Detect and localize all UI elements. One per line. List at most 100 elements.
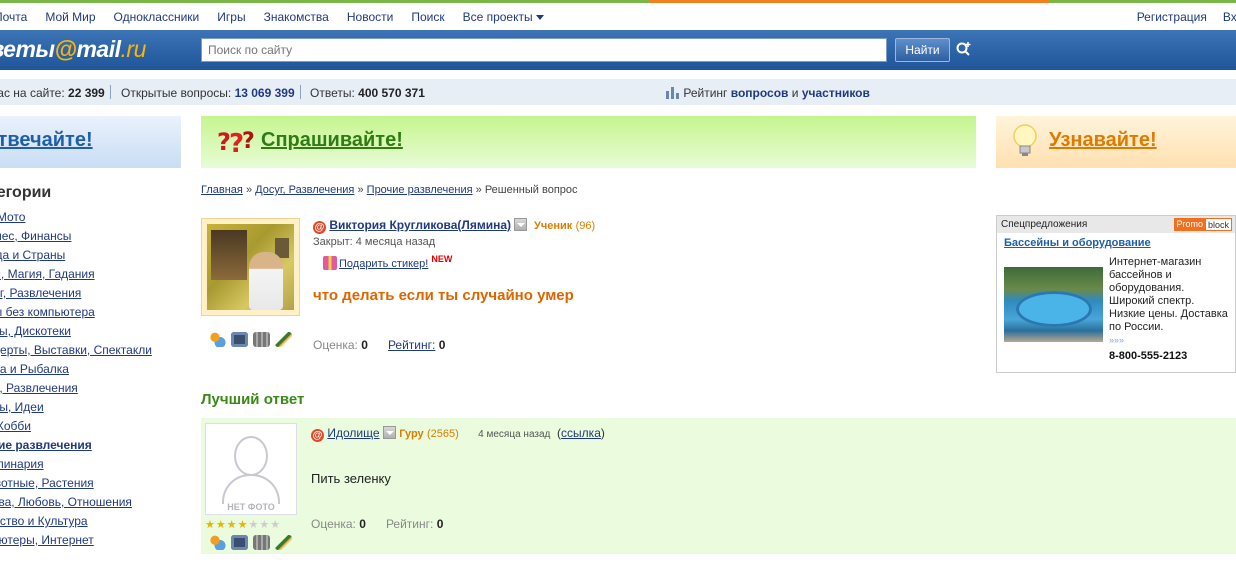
rating-questions-link[interactable]: вопросов	[731, 86, 789, 100]
promo-block: Спецпредложения Promo block Бассейны и об…	[996, 215, 1236, 373]
star-icon: ★	[215, 519, 226, 531]
sidebar-category-item[interactable]: Игры без компьютера	[0, 305, 186, 324]
sidebar-category-item[interactable]: Искусство и Культура	[0, 514, 186, 533]
user-menu-dropdown-icon[interactable]	[382, 426, 396, 439]
photo-icon[interactable]	[231, 535, 248, 550]
nav-news-link[interactable]: Новости	[347, 10, 393, 24]
nav-my-world-link[interactable]: Мой Мир	[45, 10, 95, 24]
sidebar-category-item[interactable]: Клубы, Дискотеки	[0, 324, 186, 343]
sidebar-category-item[interactable]: Охота и Рыбалка	[0, 362, 186, 381]
sidebar-category-item[interactable]: Знакомства, Любовь, Отношения	[0, 495, 186, 514]
nav-mail-link[interactable]: Почта	[0, 10, 27, 24]
ask-banner-label: Спрашивайте!	[261, 129, 403, 151]
portal-nav: Почта Мой Мир Одноклассники Игры Знакомс…	[0, 10, 562, 24]
new-badge: NEW	[431, 254, 453, 264]
answer-author-line: @ Идолище Гуру (2565) 4 месяца назад (сс…	[311, 426, 605, 442]
register-link[interactable]: Регистрация	[1137, 10, 1207, 24]
sidebar-category-item[interactable]: Хобби	[0, 419, 186, 438]
sidebar-category-label: Кулинария	[0, 457, 44, 471]
sidebar-category-item[interactable]: Компьютеры, Интернет	[0, 533, 186, 552]
star-icon: ★	[226, 519, 237, 531]
star-icon: ★	[237, 519, 248, 531]
breadcrumb-sep: »	[245, 184, 253, 196]
answer-score-value: 0	[359, 517, 366, 531]
sidebar-category-item[interactable]: Советы, Идеи	[0, 400, 186, 419]
open-questions-link[interactable]: 13 069 399	[235, 86, 295, 100]
learn-banner[interactable]: Узнавайте!	[996, 116, 1236, 168]
promo-header: Спецпредложения Promo block	[997, 216, 1235, 233]
nav-all-projects-menu[interactable]: Все проекты	[463, 10, 544, 24]
question-rating-value: 0	[438, 338, 446, 352]
breadcrumb-category[interactable]: Досуг, Развлечения	[255, 184, 354, 196]
search-input[interactable]	[201, 38, 887, 62]
login-link[interactable]: Вход	[1223, 10, 1236, 24]
ask-banner[interactable]: ? ? ? Спрашивайте!	[201, 116, 976, 168]
sidebar-category-label: Животные, Растения	[0, 476, 94, 490]
sidebar-category-item[interactable]: Прочие развлечения	[0, 438, 186, 457]
logo-prefix: Ответы	[0, 36, 55, 62]
portal-top-bar: Почта Мой Мир Одноклассники Игры Знакомс…	[0, 0, 1236, 30]
sidebar-category-item[interactable]: Авто, Мото	[0, 210, 186, 229]
all-projects-label: Все проекты	[462, 10, 533, 24]
avatar-placeholder-body	[222, 474, 280, 504]
answer-author-link[interactable]: Идолище	[327, 426, 379, 440]
sidebar-category-label: Искусство и Культура	[0, 514, 88, 528]
nav-search-link[interactable]: Поиск	[411, 10, 444, 24]
answer-banner[interactable]: Отвечайте!	[0, 116, 181, 168]
site-logo[interactable]: Ответы@mail.ru	[0, 36, 146, 63]
sidebar-category-label: Компьютеры, Интернет	[0, 533, 94, 547]
sidebar-category-label: Хобби	[0, 419, 31, 433]
breadcrumb-subcategory[interactable]: Прочие развлечения	[367, 184, 473, 196]
avatar-placeholder-head	[234, 436, 268, 476]
promo-badge-right: block	[1204, 218, 1232, 231]
question-author-points: (96)	[575, 220, 596, 232]
chevron-down-icon	[535, 15, 544, 21]
sidebar-category-item[interactable]: Концерты, Выставки, Спектакли	[0, 343, 186, 362]
question-author-link[interactable]: Виктория Кругликова(Лямина)	[329, 218, 511, 232]
search-button[interactable]: Найти	[895, 38, 950, 62]
sidebar-category-label: Игры без компьютера	[0, 305, 95, 319]
answer-text: Пить зеленку	[311, 471, 391, 486]
gift-sticker-label: Подарить стикер!	[339, 258, 429, 270]
advanced-search-icon[interactable]	[955, 40, 973, 58]
nav-odnoklassniki-link[interactable]: Одноклассники	[114, 10, 200, 24]
video-icon[interactable]	[253, 535, 270, 550]
promo-ad-image[interactable]	[1004, 267, 1103, 342]
breadcrumb-home[interactable]: Главная	[201, 184, 243, 196]
nav-games-link[interactable]: Игры	[217, 10, 245, 24]
mail-at-icon: @	[311, 429, 324, 442]
logo-mail: mail	[76, 36, 121, 62]
question-author-avatar[interactable]	[201, 218, 300, 316]
answer-permalink[interactable]: ссылка	[561, 426, 601, 440]
rating-and: и	[791, 86, 799, 100]
promo-ad-title[interactable]: Бассейны и оборудование	[1004, 237, 1151, 249]
question-author-rank: Ученик	[534, 220, 573, 232]
photo-icon[interactable]	[231, 332, 248, 347]
gift-sticker-link[interactable]: Подарить стикер! NEW	[323, 254, 452, 270]
blog-icon[interactable]	[275, 332, 292, 347]
question-rating-link[interactable]: Рейтинг:	[388, 338, 435, 352]
sidebar-category-item[interactable]: Бизнес, Финансы	[0, 229, 186, 248]
promo-ad-more[interactable]: »»»	[1109, 335, 1124, 345]
sidebar-category-item[interactable]: Гороскопы, Магия, Гадания	[0, 267, 186, 286]
answer-author-avatar[interactable]: НЕТ ФОТО	[205, 423, 297, 515]
sidebar-category-item[interactable]: Кулинария	[0, 457, 186, 476]
friends-icon[interactable]	[209, 332, 226, 347]
divider	[110, 85, 111, 99]
answer-author-tools	[209, 535, 292, 550]
stats-bar: Сейчас на сайте: 22 399 Открытые вопросы…	[0, 79, 1236, 105]
nav-dating-link[interactable]: Знакомства	[264, 10, 329, 24]
user-menu-dropdown-icon[interactable]	[514, 218, 528, 231]
sidebar-category-item[interactable]: Праздники, Развлечения	[0, 381, 186, 400]
friends-icon[interactable]	[209, 535, 226, 550]
blog-icon[interactable]	[275, 535, 292, 550]
sidebar-category-item[interactable]: Города и Страны	[0, 248, 186, 267]
rating-participants-link[interactable]: участников	[802, 86, 870, 100]
gift-icon	[323, 256, 337, 270]
sidebar-category-item[interactable]: Досуг, Развлечения	[0, 286, 186, 305]
sidebar-category-item[interactable]: Животные, Растения	[0, 476, 186, 495]
star-icon: ★	[270, 519, 281, 531]
avatar-photo-detail	[211, 230, 247, 280]
question-score-label: Оценка:	[313, 338, 358, 352]
video-icon[interactable]	[253, 332, 270, 347]
